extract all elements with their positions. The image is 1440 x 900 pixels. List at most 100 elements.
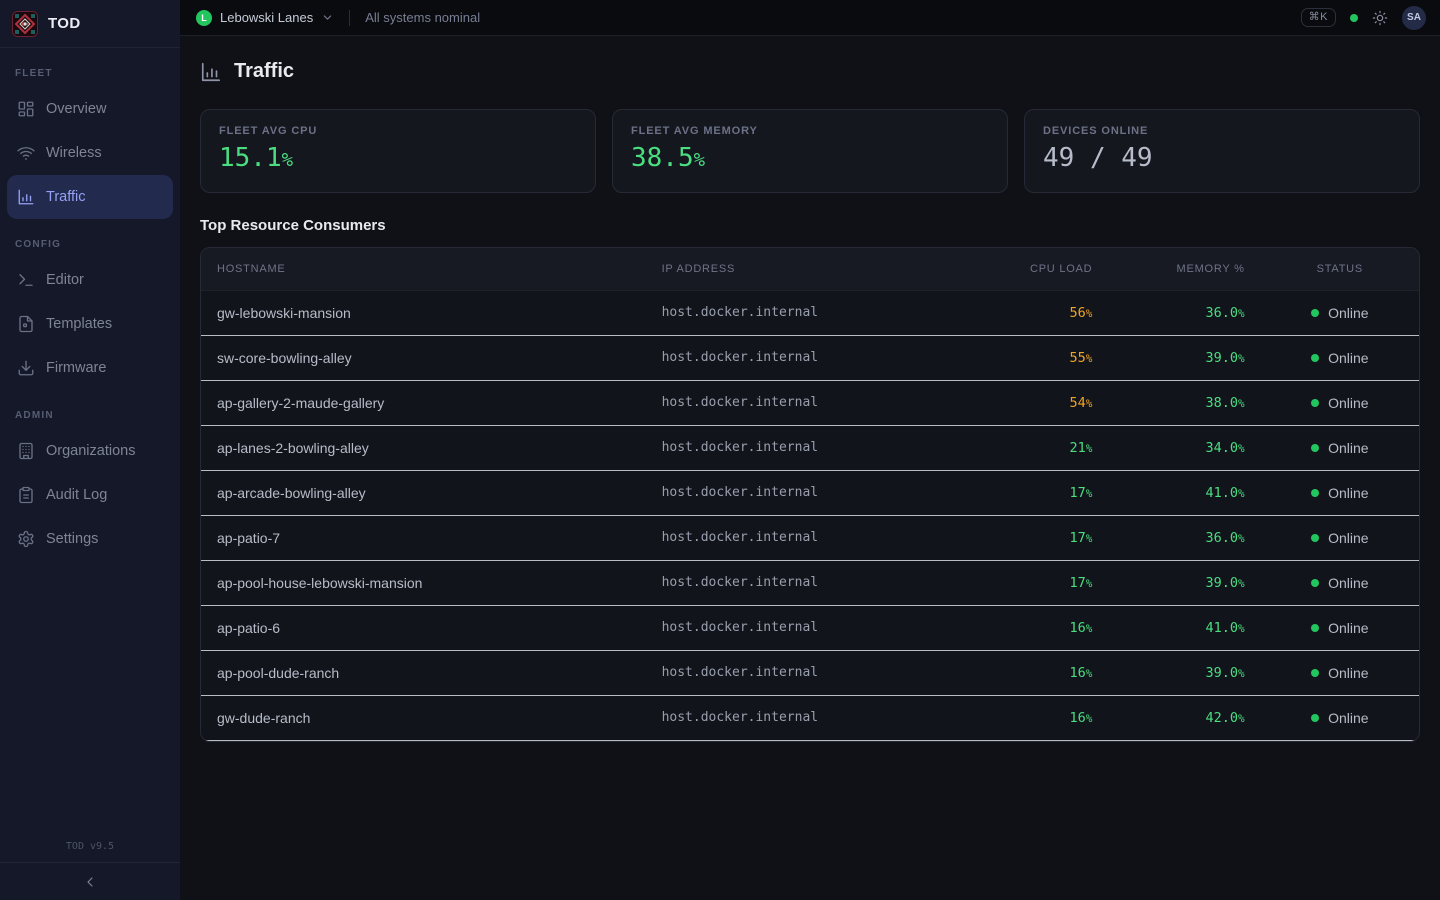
user-avatar[interactable]: SA	[1402, 6, 1426, 30]
online-status-dot	[1311, 399, 1319, 407]
ip-address-cell: host.docker.internal	[646, 605, 975, 650]
sidebar-item-settings[interactable]: Settings	[7, 517, 173, 561]
cpu-load-cell: 17%	[974, 515, 1108, 560]
table-row[interactable]: ap-patio-7host.docker.internal17%36.0%On…	[201, 515, 1419, 560]
sidebar-item-label: Traffic	[46, 189, 85, 205]
stat-card-devices-online: DEVICES ONLINE49 / 49	[1024, 109, 1420, 193]
page-content: Traffic FLEET AVG CPU 15.1% FLEET AVG MEMO…	[180, 36, 1440, 900]
download-icon	[17, 359, 35, 377]
stat-label: DEVICES ONLINE	[1043, 125, 1401, 137]
status-label: Online	[1328, 395, 1368, 411]
sidebar-item-label: Firmware	[46, 360, 106, 376]
file-icon	[17, 315, 35, 333]
status-cell: Online	[1261, 380, 1419, 425]
stat-value: 15.1%	[219, 144, 577, 173]
page-title: Traffic	[234, 60, 294, 83]
cpu-load-cell: 17%	[974, 560, 1108, 605]
sidebar-item-label: Editor	[46, 272, 84, 288]
hostname-cell: gw-lebowski-mansion	[201, 290, 646, 335]
sidebar-item-templates[interactable]: Templates	[7, 302, 173, 346]
system-status-dot	[1350, 14, 1358, 22]
memory-cell: 34.0%	[1108, 425, 1260, 470]
status-cell: Online	[1261, 650, 1419, 695]
sidebar-footer: TOD v9.5	[0, 833, 180, 900]
terminal-icon	[17, 271, 35, 289]
wifi-icon	[17, 144, 35, 162]
table-row[interactable]: sw-core-bowling-alleyhost.docker.interna…	[201, 335, 1419, 380]
table-row[interactable]: ap-lanes-2-bowling-alleyhost.docker.inte…	[201, 425, 1419, 470]
tod-logo-icon	[12, 11, 38, 37]
nav-section-admin: ADMIN	[7, 390, 173, 429]
sun-icon[interactable]	[1372, 10, 1388, 26]
online-status-dot	[1311, 534, 1319, 542]
table-row[interactable]: gw-dude-ranchhost.docker.internal16%42.0…	[201, 695, 1419, 740]
online-status-dot	[1311, 444, 1319, 452]
online-status-dot	[1311, 624, 1319, 632]
column-header-memory: MEMORY %	[1108, 248, 1260, 290]
status-label: Online	[1328, 530, 1368, 546]
stat-card-fleet-avg-memory: FLEET AVG MEMORY38.5%	[612, 109, 1008, 193]
table-row[interactable]: gw-lebowski-mansionhost.docker.internal5…	[201, 290, 1419, 335]
bar-chart-icon	[200, 61, 222, 83]
hostname-cell: ap-patio-6	[201, 605, 646, 650]
stat-cards: FLEET AVG CPU15.1%FLEET AVG MEMORY38.5%D…	[200, 109, 1420, 193]
online-status-dot	[1311, 714, 1319, 722]
sidebar-item-editor[interactable]: Editor	[7, 258, 173, 302]
status-label: Online	[1328, 305, 1368, 321]
table-row[interactable]: ap-arcade-bowling-alleyhost.docker.inter…	[201, 470, 1419, 515]
sidebar-nav: FLEET Overview Wireless Traffic CONFIG Editor…	[0, 48, 180, 833]
clipboard-icon	[17, 486, 35, 504]
stat-card-fleet-avg-cpu: FLEET AVG CPU 15.1%	[200, 109, 596, 193]
hostname-cell: ap-arcade-bowling-alley	[201, 470, 646, 515]
nav-section-fleet: FLEET	[7, 48, 173, 87]
online-status-dot	[1311, 489, 1319, 497]
sidebar-item-organizations[interactable]: Organizations	[7, 429, 173, 473]
table-row[interactable]: ap-gallery-2-maude-galleryhost.docker.in…	[201, 380, 1419, 425]
table-row[interactable]: ap-pool-dude-ranchhost.docker.internal16…	[201, 650, 1419, 695]
column-header-status: STATUS	[1261, 248, 1419, 290]
sidebar-collapse-button[interactable]	[0, 862, 180, 900]
resource-table-card: HOSTNAMEIP ADDRESSCPU LOADMEMORY %STATUS…	[200, 247, 1420, 742]
online-status-dot	[1311, 579, 1319, 587]
hostname-cell: ap-gallery-2-maude-gallery	[201, 380, 646, 425]
org-name: Lebowski Lanes	[220, 10, 313, 25]
status-cell: Online	[1261, 515, 1419, 560]
app-version: TOD v9.5	[0, 833, 180, 862]
sidebar-item-firmware[interactable]: Firmware	[7, 346, 173, 390]
stat-label: FLEET AVG CPU	[219, 125, 577, 137]
status-cell: Online	[1261, 335, 1419, 380]
memory-cell: 36.0%	[1108, 290, 1260, 335]
sidebar-item-label: Wireless	[46, 145, 102, 161]
org-switcher[interactable]: L Lebowski Lanes	[196, 10, 334, 26]
cpu-load-cell: 54%	[974, 380, 1108, 425]
memory-cell: 39.0%	[1108, 650, 1260, 695]
table-row[interactable]: ap-pool-house-lebowski-mansionhost.docke…	[201, 560, 1419, 605]
status-cell: Online	[1261, 560, 1419, 605]
table-row[interactable]: ap-patio-6host.docker.internal16%41.0%On…	[201, 605, 1419, 650]
sidebar-item-wireless[interactable]: Wireless	[7, 131, 173, 175]
cpu-load-cell: 16%	[974, 650, 1108, 695]
command-palette-shortcut[interactable]: ⌘K	[1301, 8, 1336, 27]
status-label: Online	[1328, 710, 1368, 726]
status-cell: Online	[1261, 290, 1419, 335]
ip-address-cell: host.docker.internal	[646, 335, 975, 380]
hostname-cell: gw-dude-ranch	[201, 695, 646, 740]
ip-address-cell: host.docker.internal	[646, 695, 975, 740]
stat-label: FLEET AVG MEMORY	[631, 125, 989, 137]
gear-icon	[17, 530, 35, 548]
column-header-hostname: HOSTNAME	[201, 248, 646, 290]
nav-section-config: CONFIG	[7, 219, 173, 258]
column-header-ip-address: IP ADDRESS	[646, 248, 975, 290]
cpu-load-cell: 55%	[974, 335, 1108, 380]
sidebar-item-label: Overview	[46, 101, 106, 117]
app-logo[interactable]: TOD	[0, 0, 180, 48]
sidebar-item-traffic[interactable]: Traffic	[7, 175, 173, 219]
main-column: L Lebowski Lanes All systems nominal ⌘K …	[180, 0, 1440, 900]
ip-address-cell: host.docker.internal	[646, 560, 975, 605]
sidebar-item-audit-log[interactable]: Audit Log	[7, 473, 173, 517]
sidebar-item-overview[interactable]: Overview	[7, 87, 173, 131]
memory-cell: 38.0%	[1108, 380, 1260, 425]
status-label: Online	[1328, 620, 1368, 636]
ip-address-cell: host.docker.internal	[646, 650, 975, 695]
hostname-cell: ap-patio-7	[201, 515, 646, 560]
